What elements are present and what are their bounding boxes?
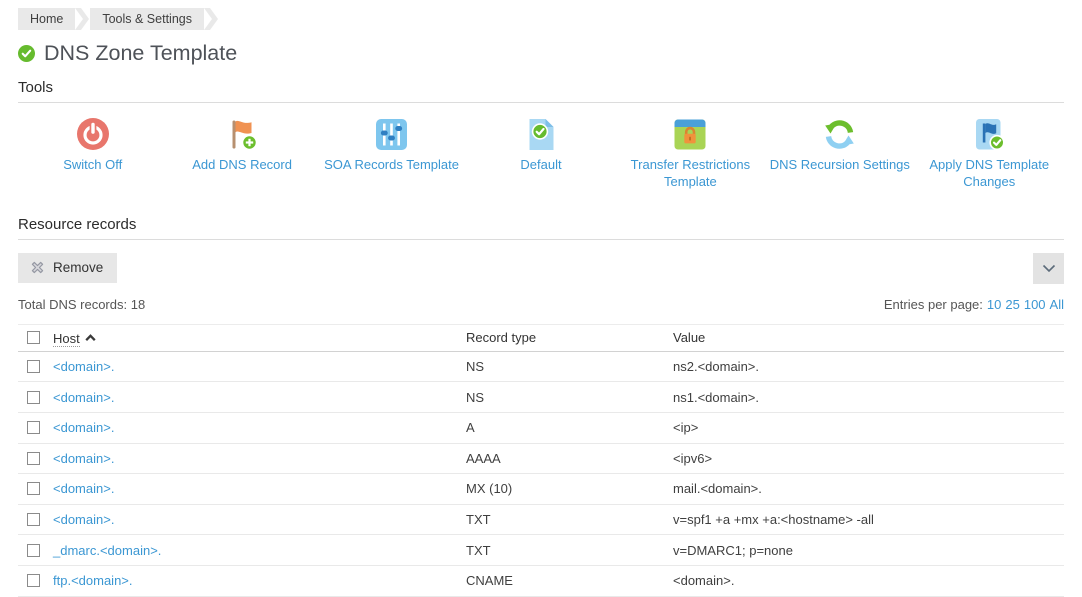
record-type-cell: MX (10): [466, 481, 673, 496]
row-checkbox[interactable]: [27, 574, 40, 587]
status-check-circle-icon: [18, 45, 35, 62]
table-row: <domain>. NS ns1.<domain>.: [18, 382, 1064, 413]
resource-records-table: Host Record type Value <domain>. NS ns2.…: [18, 324, 1064, 597]
record-value-cell: v=spf1 +a +mx +a:<hostname> -all: [673, 512, 1064, 527]
record-value-cell: mail.<domain>.: [673, 481, 1064, 496]
record-type-cell: TXT: [466, 512, 673, 527]
entries-option-all[interactable]: All: [1050, 297, 1064, 312]
breadcrumb-arrow-icon: [75, 8, 90, 30]
tool-dns-recursion-settings[interactable]: DNS Recursion Settings: [765, 117, 914, 191]
total-records-count: 18: [131, 297, 145, 312]
table-row: <domain>. TXT v=spf1 +a +mx +a:<hostname…: [18, 505, 1064, 536]
host-link[interactable]: ftp.<domain>.: [53, 573, 133, 588]
tool-label: Transfer Restrictions Template: [616, 157, 765, 191]
remove-button[interactable]: Remove: [18, 253, 117, 283]
host-link[interactable]: <domain>.: [53, 481, 114, 496]
host-link[interactable]: <domain>.: [53, 420, 114, 435]
breadcrumb: Home Tools & Settings: [18, 8, 1064, 30]
row-checkbox[interactable]: [27, 421, 40, 434]
tool-add-dns-record[interactable]: Add DNS Record: [167, 117, 316, 191]
record-type-cell: TXT: [466, 543, 673, 558]
host-link[interactable]: <domain>.: [53, 390, 114, 405]
row-checkbox[interactable]: [27, 391, 40, 404]
entries-per-page-label: Entries per page:: [884, 297, 983, 312]
row-checkbox[interactable]: [27, 513, 40, 526]
record-value-cell: ns2.<domain>.: [673, 359, 1064, 374]
row-checkbox[interactable]: [27, 452, 40, 465]
tools-row: Switch Off Add DNS Record: [18, 117, 1064, 191]
sort-asc-caret-icon: [85, 330, 96, 345]
record-type-cell: AAAA: [466, 451, 673, 466]
record-type-cell: NS: [466, 390, 673, 405]
record-type-cell: NS: [466, 359, 673, 374]
row-checkbox[interactable]: [27, 482, 40, 495]
host-column-sort-link[interactable]: Host: [53, 331, 80, 347]
host-link[interactable]: <domain>.: [53, 451, 114, 466]
records-section-heading: Resource records: [18, 216, 1064, 240]
breadcrumb-arrow-icon: [204, 8, 219, 30]
record-value-cell: v=DMARC1; p=none: [673, 543, 1064, 558]
tool-label: SOA Records Template: [324, 157, 459, 174]
refresh-arrows-icon: [823, 117, 857, 151]
tool-label: Add DNS Record: [192, 157, 292, 174]
total-records-label: Total DNS records: 18: [18, 297, 145, 312]
table-row: _dmarc.<domain>. TXT v=DMARC1; p=none: [18, 535, 1064, 566]
records-toolbar: Remove: [18, 253, 1064, 284]
record-value-cell: <domain>.: [673, 573, 1064, 588]
flag-check-icon: [972, 117, 1006, 151]
chevron-down-icon: [1042, 264, 1056, 273]
remove-button-label: Remove: [53, 260, 103, 275]
record-value-cell: <ipv6>: [673, 451, 1064, 466]
record-value-cell: <ip>: [673, 420, 1064, 435]
record-value-cell: ns1.<domain>.: [673, 390, 1064, 405]
tool-default[interactable]: Default: [466, 117, 615, 191]
tool-label: Apply DNS Template Changes: [915, 157, 1064, 191]
table-row: <domain>. A <ip>: [18, 413, 1064, 444]
flag-add-icon: [225, 117, 259, 151]
tool-soa-records-template[interactable]: SOA Records Template: [317, 117, 466, 191]
host-link[interactable]: _dmarc.<domain>.: [53, 543, 161, 558]
tools-section-heading: Tools: [18, 79, 1064, 103]
table-row: <domain>. MX (10) mail.<domain>.: [18, 474, 1064, 505]
power-off-icon: [76, 117, 110, 151]
entries-option-100[interactable]: 100: [1024, 297, 1046, 312]
table-row: ftp.<domain>. CNAME <domain>.: [18, 566, 1064, 597]
page-title: DNS Zone Template: [44, 41, 237, 66]
row-checkbox[interactable]: [27, 360, 40, 373]
select-all-checkbox[interactable]: [27, 331, 40, 344]
table-row: <domain>. NS ns2.<domain>.: [18, 352, 1064, 383]
tool-switch-off[interactable]: Switch Off: [18, 117, 167, 191]
record-type-cell: CNAME: [466, 573, 673, 588]
tool-label: Default: [520, 157, 561, 174]
tool-label: Switch Off: [63, 157, 122, 174]
host-link[interactable]: <domain>.: [53, 359, 114, 374]
tool-label: DNS Recursion Settings: [770, 157, 910, 174]
entries-option-25[interactable]: 25: [1005, 297, 1019, 312]
record-type-cell: A: [466, 420, 673, 435]
tool-transfer-restrictions-template[interactable]: Transfer Restrictions Template: [616, 117, 765, 191]
entries-option-10[interactable]: 10: [987, 297, 1001, 312]
breadcrumb-home[interactable]: Home: [18, 8, 75, 30]
table-header-row: Host Record type Value: [18, 324, 1064, 352]
host-link[interactable]: <domain>.: [53, 512, 114, 527]
lock-panel-icon: [673, 117, 707, 151]
table-row: <domain>. AAAA <ipv6>: [18, 444, 1064, 475]
entries-per-page: Entries per page: 10 25 100 All: [884, 297, 1064, 312]
toolbar-more-button[interactable]: [1033, 253, 1064, 284]
value-column-header: Value: [673, 330, 1064, 345]
row-checkbox[interactable]: [27, 544, 40, 557]
tool-apply-dns-template-changes[interactable]: Apply DNS Template Changes: [915, 117, 1064, 191]
record-type-column-header: Record type: [466, 330, 673, 345]
remove-x-icon: [29, 259, 46, 276]
sliders-icon: [375, 117, 409, 151]
breadcrumb-tools-settings[interactable]: Tools & Settings: [90, 8, 204, 30]
document-check-icon: [524, 117, 558, 151]
